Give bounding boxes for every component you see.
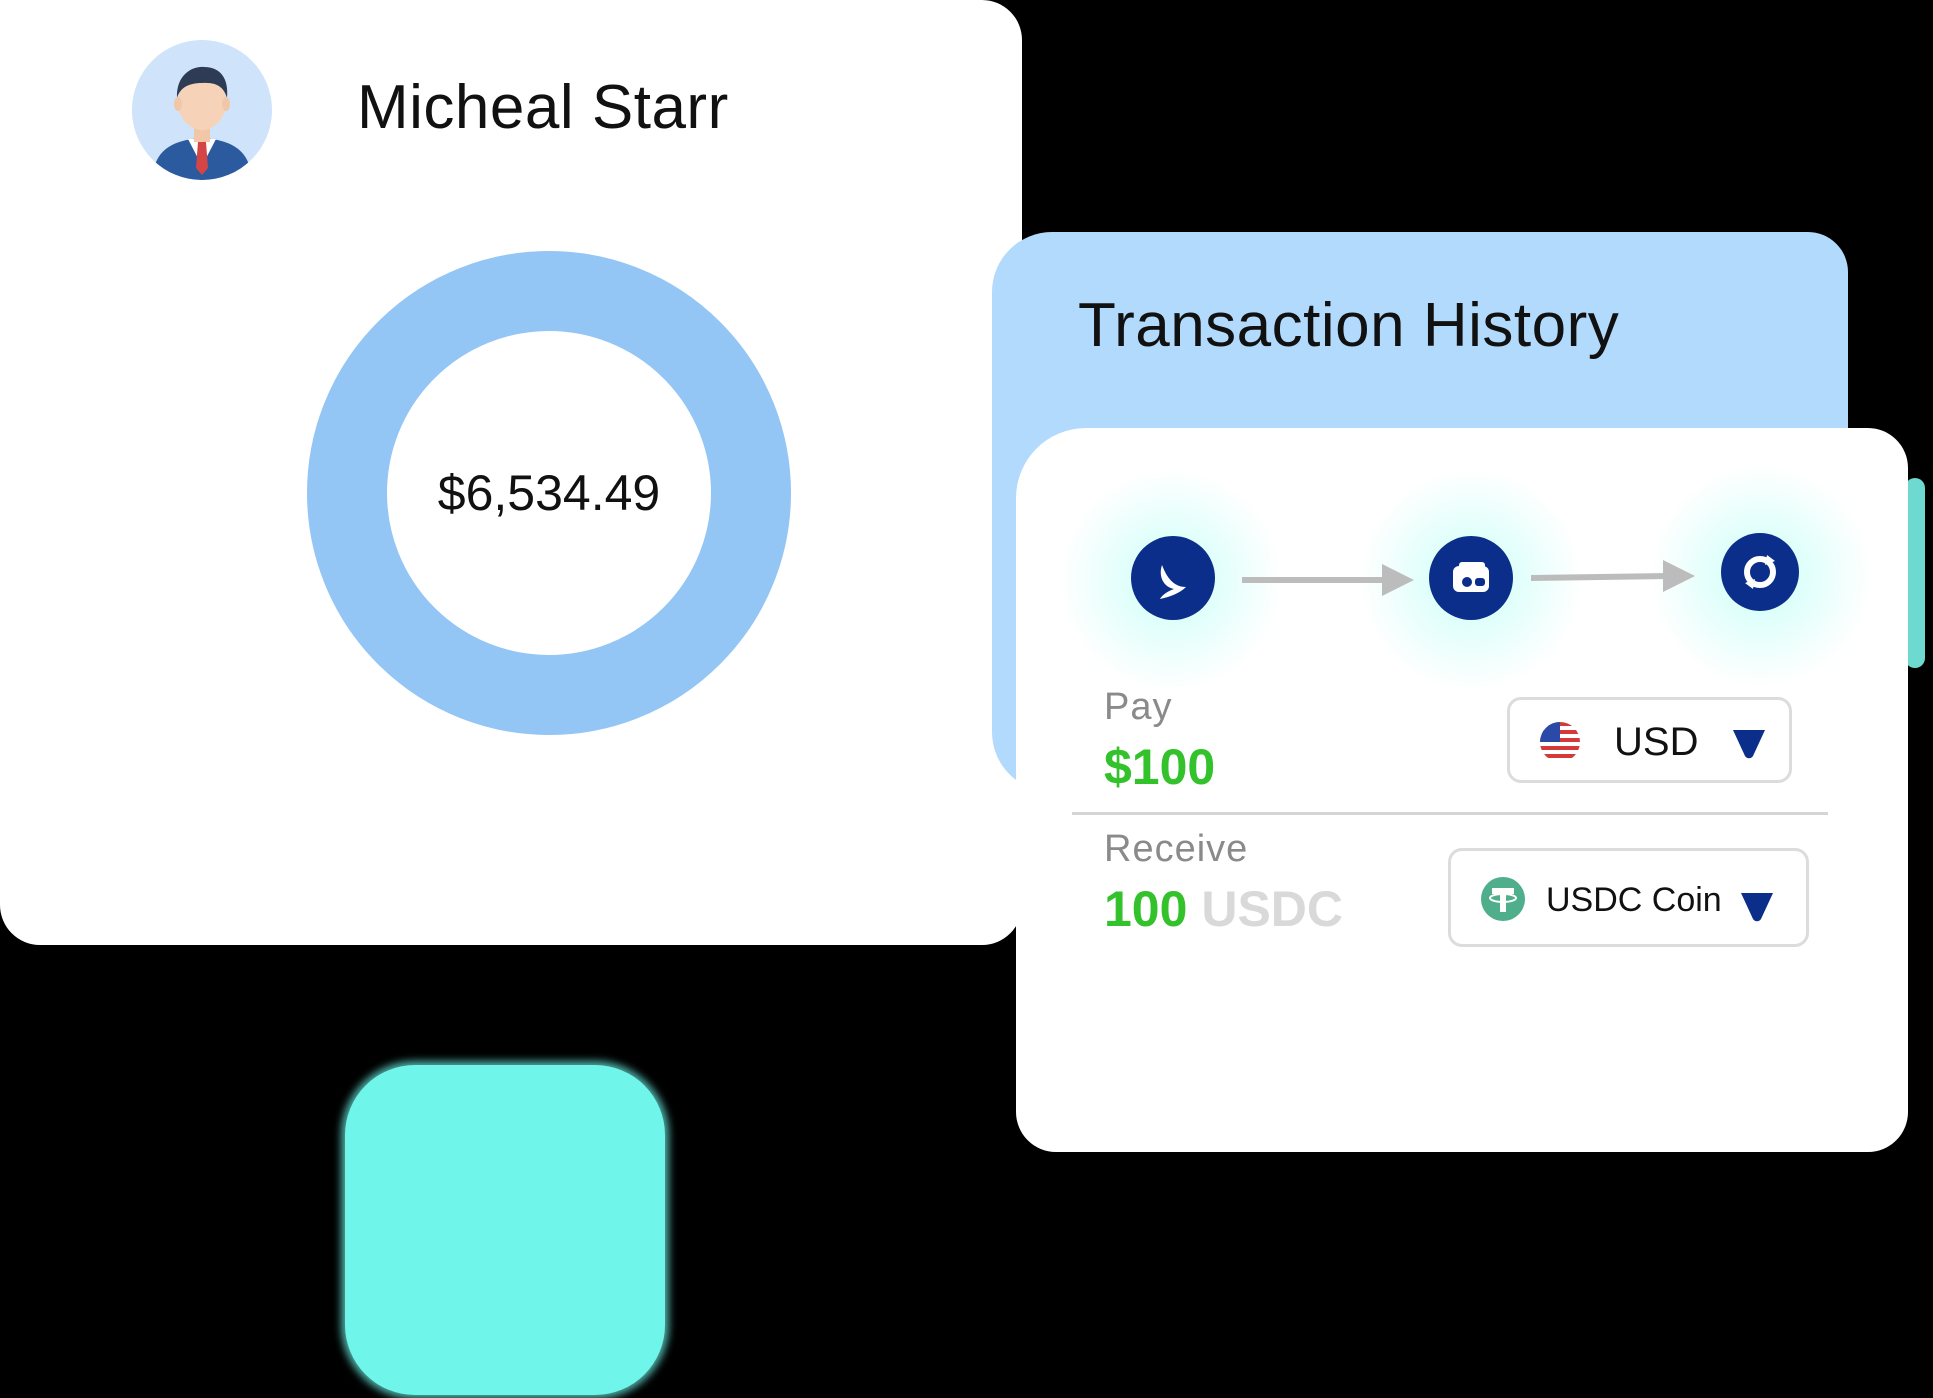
decorative-blob <box>345 1065 665 1395</box>
balance-amount: $6,534.49 <box>437 465 661 521</box>
row-divider <box>1072 812 1828 815</box>
transaction-history-title: Transaction History <box>1078 291 1620 360</box>
arrow-right-icon <box>1242 564 1414 596</box>
receive-currency-select[interactable]: USDC Coin <box>1448 848 1809 947</box>
chevron-down-icon <box>1741 893 1773 922</box>
tether-coin-icon <box>1481 877 1525 921</box>
arrow-right-icon <box>1531 560 1695 592</box>
stage: Micheal Starr $6,534.49 Transaction Hist… <box>0 0 1933 1398</box>
us-flag-icon <box>1540 722 1580 762</box>
receive-amount-value: 100 <box>1104 881 1188 937</box>
profile-name: Micheal Starr <box>357 73 729 142</box>
receive-label: Receive <box>1104 828 1249 870</box>
pay-bird-icon[interactable] <box>1131 536 1215 620</box>
pay-currency-select[interactable]: USD <box>1507 697 1792 783</box>
receive-amount: 100 USDC <box>1104 880 1343 938</box>
pay-currency-label: USD <box>1614 720 1699 764</box>
receive-amount-unit: USDC <box>1201 881 1344 937</box>
pay-amount: $100 <box>1104 739 1216 795</box>
exchange-icon[interactable] <box>1721 533 1799 611</box>
receive-currency-label: USDC Coin <box>1546 881 1722 919</box>
chevron-down-icon <box>1733 730 1765 759</box>
pay-label: Pay <box>1104 686 1173 728</box>
edge-glow <box>1905 478 1925 668</box>
wallet-icon[interactable] <box>1429 536 1513 620</box>
businessman-avatar-icon[interactable] <box>132 40 272 180</box>
